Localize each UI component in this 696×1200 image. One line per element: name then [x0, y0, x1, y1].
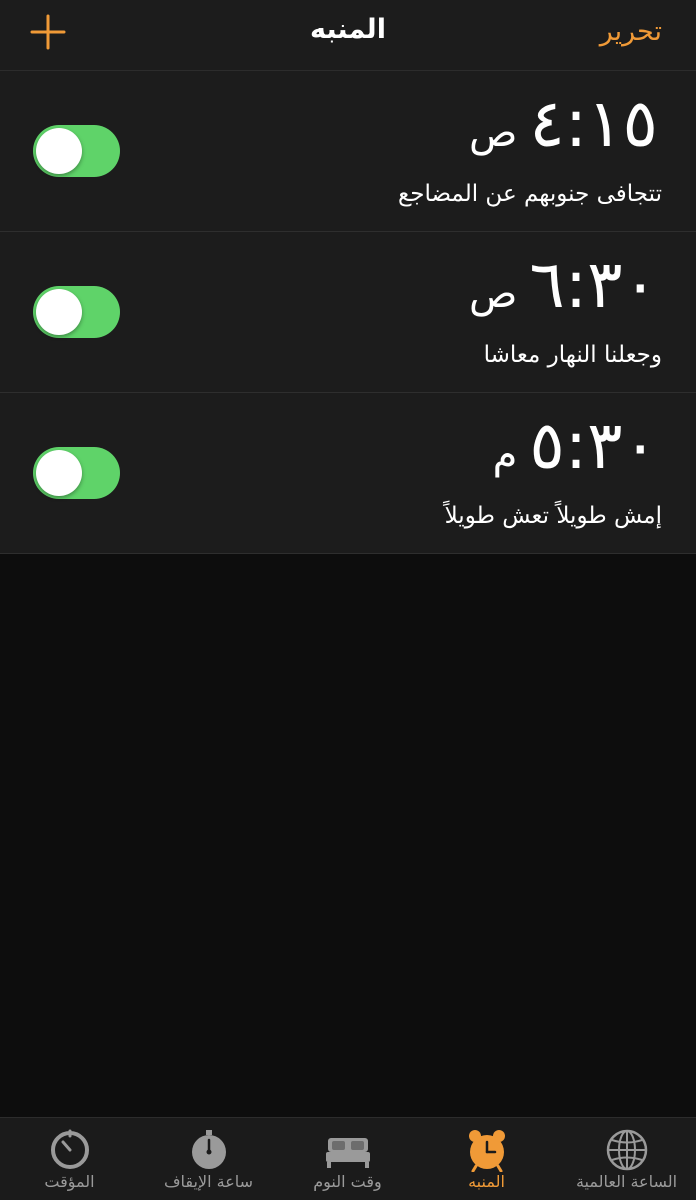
tab-bedtime[interactable]: وقت النوم: [278, 1118, 417, 1200]
alarm-time-digits: ٥:٣٠: [529, 407, 658, 484]
tab-timer[interactable]: المؤقت: [0, 1118, 139, 1200]
alarm-toggle[interactable]: [33, 286, 120, 338]
alarm-time-period: ص: [469, 110, 518, 156]
tab-label: المؤقت: [44, 1172, 95, 1191]
tab-label: ساعة الإيقاف: [163, 1172, 254, 1191]
toggle-knob: [36, 128, 82, 174]
stopwatch-icon: [191, 1130, 226, 1169]
alarm-row[interactable]: ٥:٣٠م إمش طويلاً تعش طويلاً: [0, 393, 696, 554]
tab-label: المنبه: [468, 1172, 505, 1191]
alarm-label: إمش طويلاً تعش طويلاً: [444, 503, 662, 529]
timer-icon: [50, 1129, 89, 1169]
toggle-knob: [36, 289, 82, 335]
bed-icon: [325, 1138, 370, 1168]
alarm-row[interactable]: ٦:٣٠ص وجعلنا النهار معاشا: [0, 232, 696, 393]
tab-bar: المؤقت ساعة الإيقاف وقت النوم المنبه الس…: [0, 1117, 696, 1200]
alarm-label: وجعلنا النهار معاشا: [483, 342, 662, 368]
alarm-time: ٦:٣٠ص: [469, 246, 658, 323]
tab-world-clock[interactable]: الساعة العالمية: [557, 1118, 696, 1200]
globe-icon: [606, 1129, 647, 1171]
alarm-time-period: م: [492, 432, 518, 478]
alarm-label: تتجافى جنوبهم عن المضاجع: [398, 181, 662, 207]
alarm-toggle[interactable]: [33, 125, 120, 177]
alarm-time-digits: ٦:٣٠: [529, 246, 658, 323]
alarm-list: ٤:١٥ص تتجافى جنوبهم عن المضاجع ٦:٣٠ص وجع…: [0, 71, 696, 554]
alarm-clock-icon: [468, 1130, 505, 1172]
tab-label: الساعة العالمية: [575, 1172, 678, 1191]
tab-label: وقت النوم: [313, 1172, 382, 1191]
alarm-time-digits: ٤:١٥: [529, 85, 658, 162]
alarm-time: ٥:٣٠م: [493, 407, 658, 484]
edit-button[interactable]: تحرير: [600, 16, 662, 47]
alarm-toggle[interactable]: [33, 447, 120, 499]
tab-alarm[interactable]: المنبه: [417, 1118, 556, 1200]
navigation-bar: المنبه تحرير: [0, 0, 696, 71]
alarm-row[interactable]: ٤:١٥ص تتجافى جنوبهم عن المضاجع: [0, 71, 696, 232]
toggle-knob: [36, 450, 82, 496]
alarm-time-period: ص: [469, 271, 518, 317]
tab-stopwatch[interactable]: ساعة الإيقاف: [139, 1118, 278, 1200]
alarm-time: ٤:١٥ص: [469, 85, 658, 162]
page-title: المنبه: [310, 14, 386, 45]
